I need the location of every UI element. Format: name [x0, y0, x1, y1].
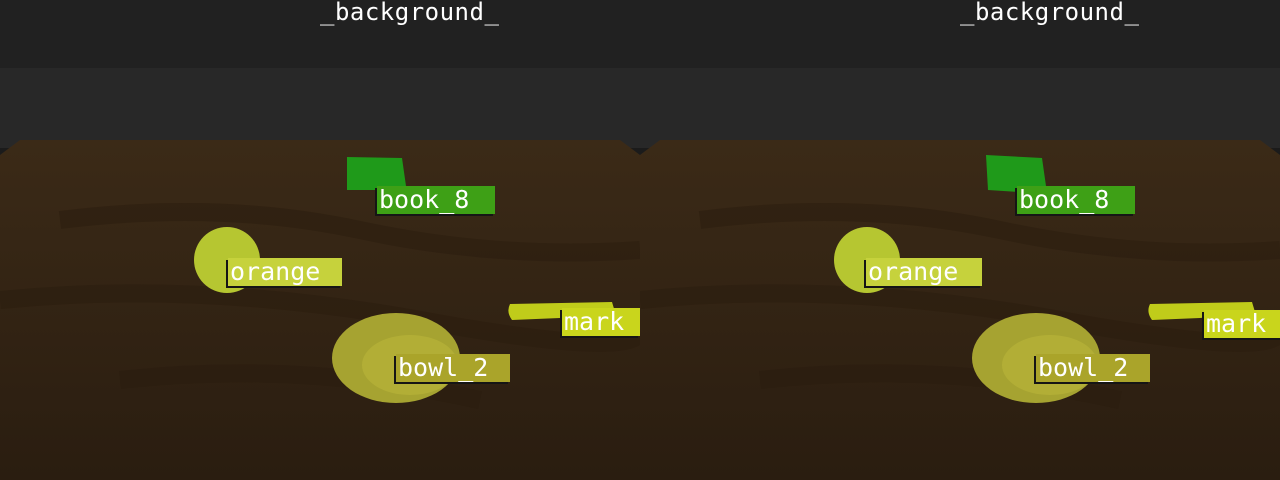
- marker-label-text: mark: [564, 308, 625, 336]
- background-label-text: _background_: [960, 0, 1140, 26]
- background-class-label: _background_: [0, 0, 640, 30]
- book-label-tag: book_8: [377, 186, 495, 214]
- marker-label-tag: mark: [562, 308, 640, 336]
- book-label-text: book_8: [1019, 186, 1110, 214]
- bowl-label-tag: bowl_2: [1036, 354, 1150, 382]
- right-scene-image: [640, 0, 1280, 480]
- bowl-label-text: bowl_2: [398, 354, 489, 382]
- orange-label-text: orange: [230, 258, 321, 286]
- left-scene-image: [0, 0, 640, 480]
- background-label-text: _background_: [320, 0, 500, 26]
- wall-band: [0, 68, 640, 148]
- left-segmentation-panel: _background_ book_8 orange mark bowl_2: [0, 0, 640, 480]
- marker-label-text: mark: [1206, 310, 1267, 338]
- wall-band: [640, 68, 1280, 148]
- orange-label-text: orange: [868, 258, 959, 286]
- book-label-text: book_8: [379, 186, 470, 214]
- book-label-tag: book_8: [1017, 186, 1135, 214]
- orange-label-tag: orange: [228, 258, 342, 286]
- marker-label-tag: mark: [1204, 310, 1280, 338]
- bowl-label-text: bowl_2: [1038, 354, 1129, 382]
- background-class-label: _background_: [640, 0, 1280, 30]
- orange-label-tag: orange: [866, 258, 982, 286]
- right-segmentation-panel: _background_ book_8 orange mark bowl_2: [640, 0, 1280, 480]
- bowl-label-tag: bowl_2: [396, 354, 510, 382]
